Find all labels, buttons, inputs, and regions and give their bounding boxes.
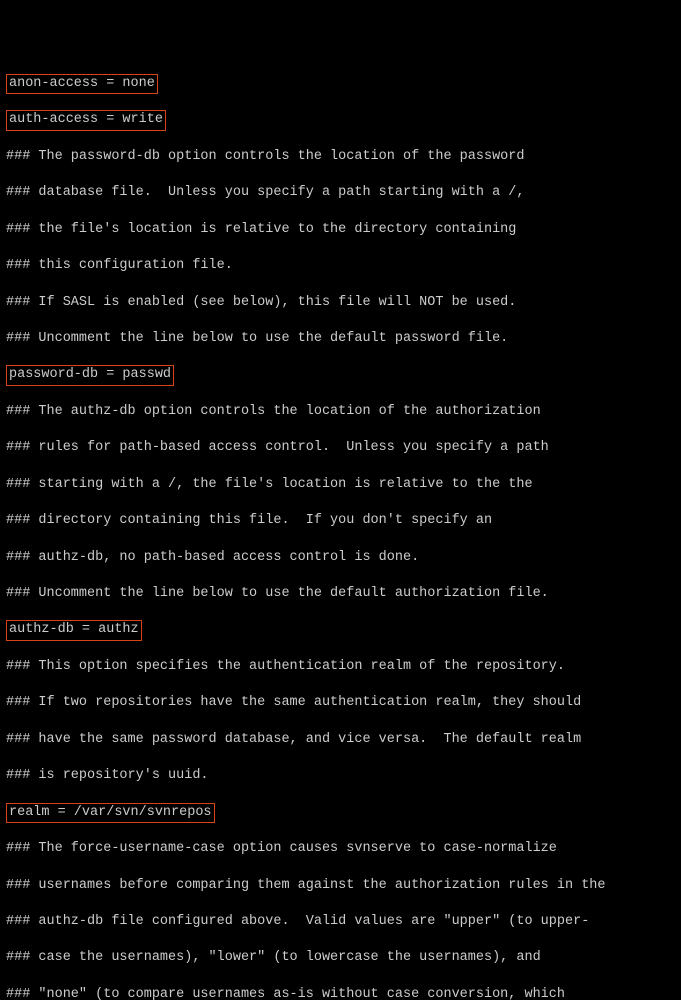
comment-line: ### authz-db file configured above. Vali… (6, 913, 675, 931)
comment-line: ### usernames before comparing them agai… (6, 877, 675, 895)
comment-line: ### database file. Unless you specify a … (6, 184, 675, 202)
comment-line: ### The password-db option controls the … (6, 148, 675, 166)
comment-line: ### is repository's uuid. (6, 767, 675, 785)
comment-line: ### If SASL is enabled (see below), this… (6, 294, 675, 312)
comment-line: ### authz-db, no path-based access contr… (6, 549, 675, 567)
comment-line: ### The authz-db option controls the loc… (6, 403, 675, 421)
comment-line: ### directory containing this file. If y… (6, 512, 675, 530)
realm-setting: realm = /var/svn/svnrepos (6, 803, 215, 823)
comment-line: ### case the usernames), "lower" (to low… (6, 949, 675, 967)
comment-line: ### the file's location is relative to t… (6, 221, 675, 239)
password-db-setting: password-db = passwd (6, 365, 174, 385)
comment-line: ### This option specifies the authentica… (6, 658, 675, 676)
comment-line: ### have the same password database, and… (6, 731, 675, 749)
authz-db-setting: authz-db = authz (6, 620, 142, 640)
comment-line: ### Uncomment the line below to use the … (6, 330, 675, 348)
comment-line: ### this configuration file. (6, 257, 675, 275)
comment-line: ### The force-username-case option cause… (6, 840, 675, 858)
comment-line: ### starting with a /, the file's locati… (6, 476, 675, 494)
auth-access-setting: auth-access = write (6, 110, 166, 130)
comment-line: ### Uncomment the line below to use the … (6, 585, 675, 603)
comment-line: ### "none" (to compare usernames as-is w… (6, 986, 675, 1000)
comment-line: ### If two repositories have the same au… (6, 694, 675, 712)
comment-line: ### rules for path-based access control.… (6, 439, 675, 457)
anon-access-setting: anon-access = none (6, 74, 158, 94)
